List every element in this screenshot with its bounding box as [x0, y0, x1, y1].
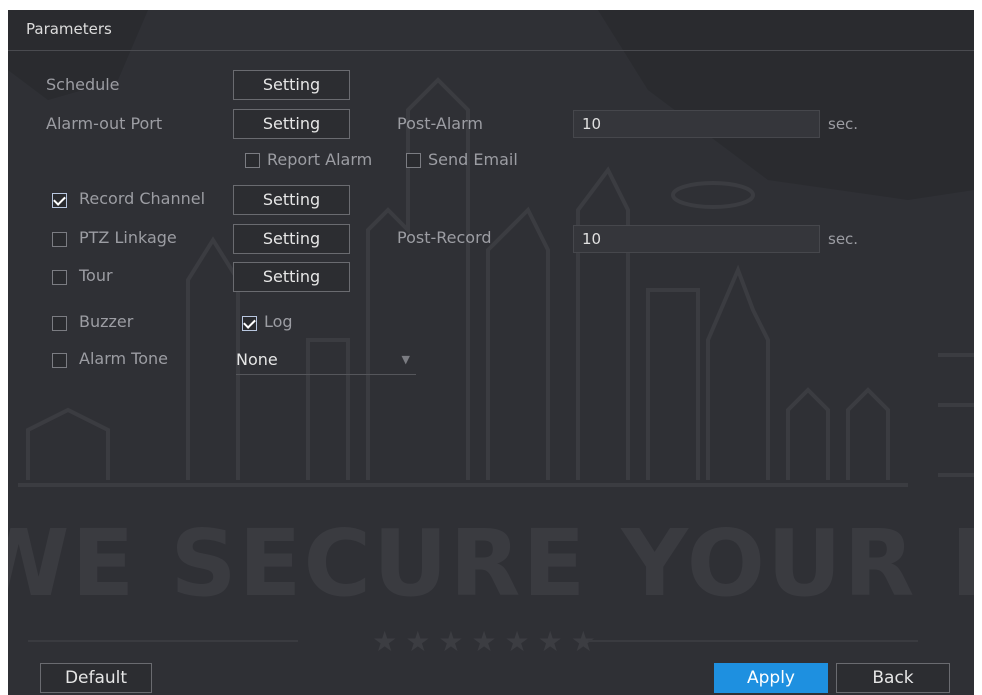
parameters-panel: WE SECURE YOUR LIFE ★★★★★★★ Parameters S…	[8, 10, 974, 695]
watermark-line-right	[588, 640, 918, 642]
chevron-down-icon: ▼	[401, 353, 410, 366]
alarm-out-port-label: Alarm-out Port	[46, 114, 163, 133]
schedule-setting-button[interactable]: Setting	[233, 70, 350, 100]
post-alarm-label: Post-Alarm	[397, 114, 483, 133]
tour-checkbox[interactable]	[52, 270, 67, 285]
post-record-unit: sec.	[828, 230, 859, 248]
default-button[interactable]: Default	[40, 663, 152, 693]
post-alarm-unit: sec.	[828, 115, 859, 133]
alarm-tone-select[interactable]: None ▼	[236, 345, 416, 375]
alarm-tone-value: None	[236, 350, 278, 369]
post-record-input[interactable]: 10	[573, 225, 820, 253]
watermark-slogan: WE SECURE YOUR LIFE	[8, 510, 974, 617]
buzzer-label: Buzzer	[79, 312, 134, 331]
title-bar: Parameters	[8, 10, 974, 51]
back-button[interactable]: Back	[836, 663, 950, 693]
send-email-checkbox[interactable]	[406, 153, 421, 168]
schedule-label: Schedule	[46, 75, 120, 94]
alarm-tone-checkbox[interactable]	[52, 353, 67, 368]
alarm-tone-label: Alarm Tone	[79, 349, 168, 368]
tour-label: Tour	[79, 266, 113, 285]
tour-setting-button[interactable]: Setting	[233, 262, 350, 292]
page-title: Parameters	[26, 20, 112, 38]
record-channel-checkbox[interactable]	[52, 193, 67, 208]
send-email-label: Send Email	[428, 150, 518, 169]
alarm-out-setting-button[interactable]: Setting	[233, 109, 350, 139]
apply-button[interactable]: Apply	[714, 663, 828, 693]
ptz-linkage-setting-button[interactable]: Setting	[233, 224, 350, 254]
log-checkbox[interactable]	[242, 316, 257, 331]
buzzer-checkbox[interactable]	[52, 316, 67, 331]
ptz-linkage-checkbox[interactable]	[52, 232, 67, 247]
post-alarm-input[interactable]: 10	[573, 110, 820, 138]
record-channel-label: Record Channel	[79, 189, 206, 208]
record-channel-setting-button[interactable]: Setting	[233, 185, 350, 215]
report-alarm-label: Report Alarm	[267, 150, 373, 169]
report-alarm-checkbox[interactable]	[245, 153, 260, 168]
post-record-label: Post-Record	[397, 228, 492, 247]
log-label: Log	[264, 312, 293, 331]
ptz-linkage-label: PTZ Linkage	[79, 228, 177, 247]
